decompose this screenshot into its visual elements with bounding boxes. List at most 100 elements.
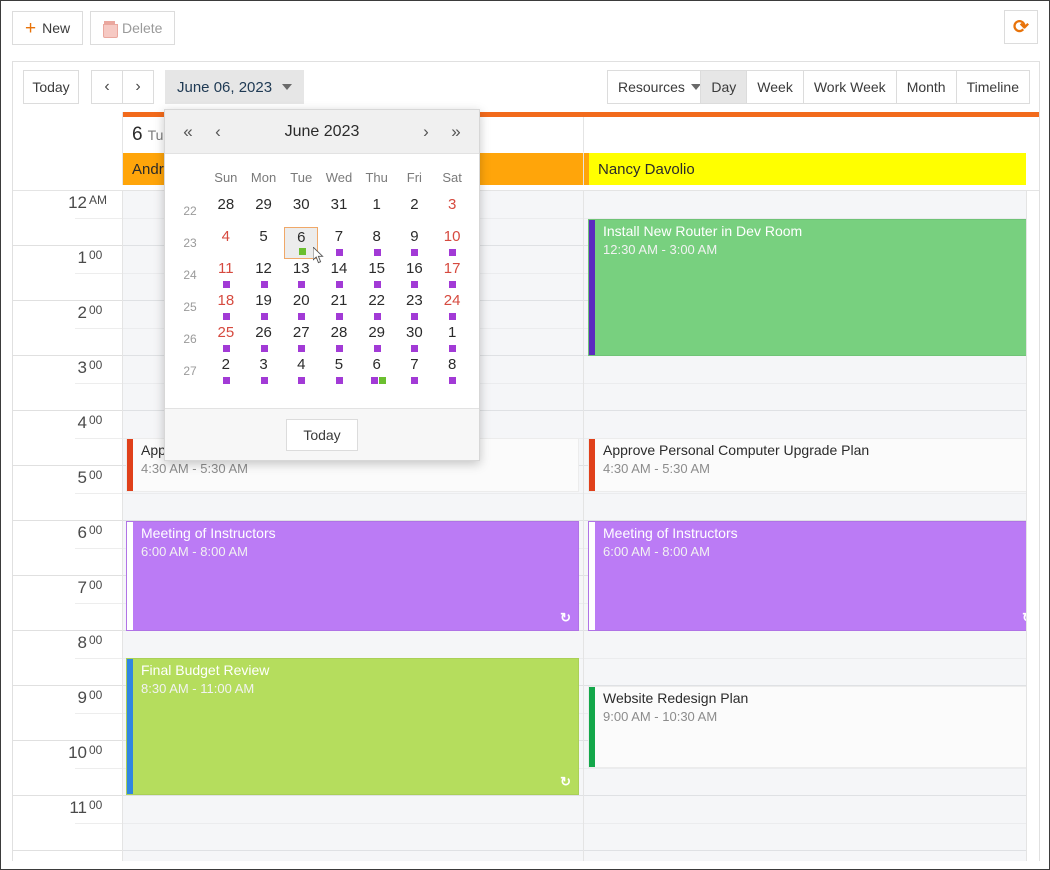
calendar-day[interactable]: 4 [284,355,318,387]
calendar-day-cell[interactable]: 5 [320,355,358,387]
calendar-day[interactable]: 20 [284,291,318,323]
appointment[interactable]: Install New Router in Dev Room12:30 AM -… [588,219,1039,356]
calendar-day-cell[interactable]: 31 [320,195,358,227]
calendar-day[interactable]: 28 [209,195,243,227]
calendar-day[interactable]: 23 [397,291,431,323]
calendar-day-cell[interactable]: 8 [433,355,471,387]
calendar-day[interactable]: 8 [360,227,394,259]
calendar-day-cell[interactable]: 25 [207,323,245,355]
calendar-day[interactable]: 6 [360,355,394,387]
previous-date-button[interactable]: ‹ [91,70,123,104]
calendar-day-cell[interactable]: 3 [245,355,283,387]
view-tab-week[interactable]: Week [746,70,803,104]
calendar-day-cell[interactable]: 8 [358,227,396,259]
calendar-day-cell[interactable]: 18 [207,291,245,323]
calendar-day-cell[interactable]: 29 [245,195,283,227]
appointment[interactable]: Approve Personal Computer Upgrade Plan4:… [588,438,1039,492]
calendar-day[interactable]: 25 [209,323,243,355]
refresh-button[interactable]: ⟳ [1004,10,1038,44]
calendar-day-cell[interactable]: 16 [396,259,434,291]
calendar-day[interactable]: 7 [322,227,356,259]
calendar-day[interactable]: 10 [435,227,469,259]
calendar-day[interactable]: 28 [322,323,356,355]
calendar-day-cell[interactable]: 1 [358,195,396,227]
chevron-left-icon[interactable]: ‹ [203,110,233,154]
calendar-day[interactable]: 5 [247,227,281,259]
new-button[interactable]: + New [12,11,83,45]
calendar-day-cell[interactable]: 14 [320,259,358,291]
appointment[interactable]: Meeting of Instructors6:00 AM - 8:00 AM↻ [588,521,1039,631]
calendar-day-cell[interactable]: 30 [396,323,434,355]
calendar-day-cell[interactable]: 7 [396,355,434,387]
calendar-day-cell[interactable]: 7 [320,227,358,259]
calendar-day[interactable]: 9 [397,227,431,259]
calendar-day-cell[interactable]: 20 [282,291,320,323]
today-button[interactable]: Today [23,70,79,104]
calendar-day[interactable]: 15 [360,259,394,291]
date-display-button[interactable]: June 06, 2023 [165,70,304,104]
appointment[interactable]: Website Redesign Plan9:00 AM - 10:30 AM [588,686,1039,768]
calendar-day[interactable]: 18 [209,291,243,323]
calendar-day[interactable]: 3 [435,195,469,227]
calendar-day[interactable]: 27 [284,323,318,355]
calendar-day-cell[interactable]: 21 [320,291,358,323]
calendar-day[interactable]: 24 [435,291,469,323]
calendar-day-cell[interactable]: 9 [396,227,434,259]
calendar-day[interactable]: 5 [322,355,356,387]
double-chevron-right-icon[interactable]: » [441,110,471,154]
calendar-day[interactable]: 1 [435,323,469,355]
chevron-right-icon[interactable]: › [411,110,441,154]
next-date-button[interactable]: › [122,70,154,104]
calendar-day-cell[interactable]: 23 [396,291,434,323]
calendar-day-cell[interactable]: 24 [433,291,471,323]
calendar-day[interactable]: 30 [397,323,431,355]
calendar-day[interactable]: 14 [322,259,356,291]
grid-cell[interactable] [584,631,1026,686]
view-tab-month[interactable]: Month [896,70,956,104]
view-tab-day[interactable]: Day [700,70,746,104]
resource-header-nancy[interactable]: Nancy Davolio [589,153,1026,185]
calendar-day-cell[interactable]: 15 [358,259,396,291]
calendar-day-cell[interactable]: 4 [207,227,245,259]
calendar-day-cell[interactable]: 19 [245,291,283,323]
grid-cell[interactable] [584,356,1026,411]
date-picker-today-button[interactable]: Today [286,419,357,451]
appointment[interactable]: Final Budget Review8:30 AM - 11:00 AM↻ [126,658,579,795]
calendar-day-cell[interactable]: 4 [282,355,320,387]
calendar-day-cell[interactable]: 11 [207,259,245,291]
calendar-day[interactable]: 8 [435,355,469,387]
calendar-day[interactable]: 30 [284,195,318,227]
calendar-day-selected[interactable]: 6 [284,227,318,259]
calendar-day[interactable]: 19 [247,291,281,323]
calendar-day[interactable]: 17 [435,259,469,291]
calendar-day[interactable]: 21 [322,291,356,323]
calendar-day-cell[interactable]: 2 [396,195,434,227]
calendar-day-cell[interactable]: 3 [433,195,471,227]
calendar-day-cell[interactable]: 26 [245,323,283,355]
calendar-day[interactable]: 4 [209,227,243,259]
grid-cell[interactable] [584,796,1026,851]
calendar-day-cell[interactable]: 6 [282,227,320,259]
calendar-day[interactable]: 12 [247,259,281,291]
calendar-day-cell[interactable]: 5 [245,227,283,259]
calendar-day[interactable]: 16 [397,259,431,291]
calendar-day[interactable]: 31 [322,195,356,227]
calendar-day-cell[interactable]: 10 [433,227,471,259]
calendar-day-cell[interactable]: 28 [320,323,358,355]
grid-cell[interactable] [123,796,583,851]
calendar-day[interactable]: 29 [247,195,281,227]
calendar-day[interactable]: 2 [397,195,431,227]
calendar-day-cell[interactable]: 6 [358,355,396,387]
view-tab-timeline[interactable]: Timeline [956,70,1030,104]
calendar-day[interactable]: 3 [247,355,281,387]
resource-column-nancy[interactable]: Install New Router in Dev Room12:30 AM -… [584,191,1026,861]
calendar-day[interactable]: 13 [284,259,318,291]
calendar-day-cell[interactable]: 2 [207,355,245,387]
calendar-day-cell[interactable]: 17 [433,259,471,291]
calendar-day[interactable]: 7 [397,355,431,387]
calendar-day-cell[interactable]: 30 [282,195,320,227]
double-chevron-left-icon[interactable]: « [173,110,203,154]
calendar-day[interactable]: 26 [247,323,281,355]
calendar-day-cell[interactable]: 27 [282,323,320,355]
calendar-day-cell[interactable]: 22 [358,291,396,323]
